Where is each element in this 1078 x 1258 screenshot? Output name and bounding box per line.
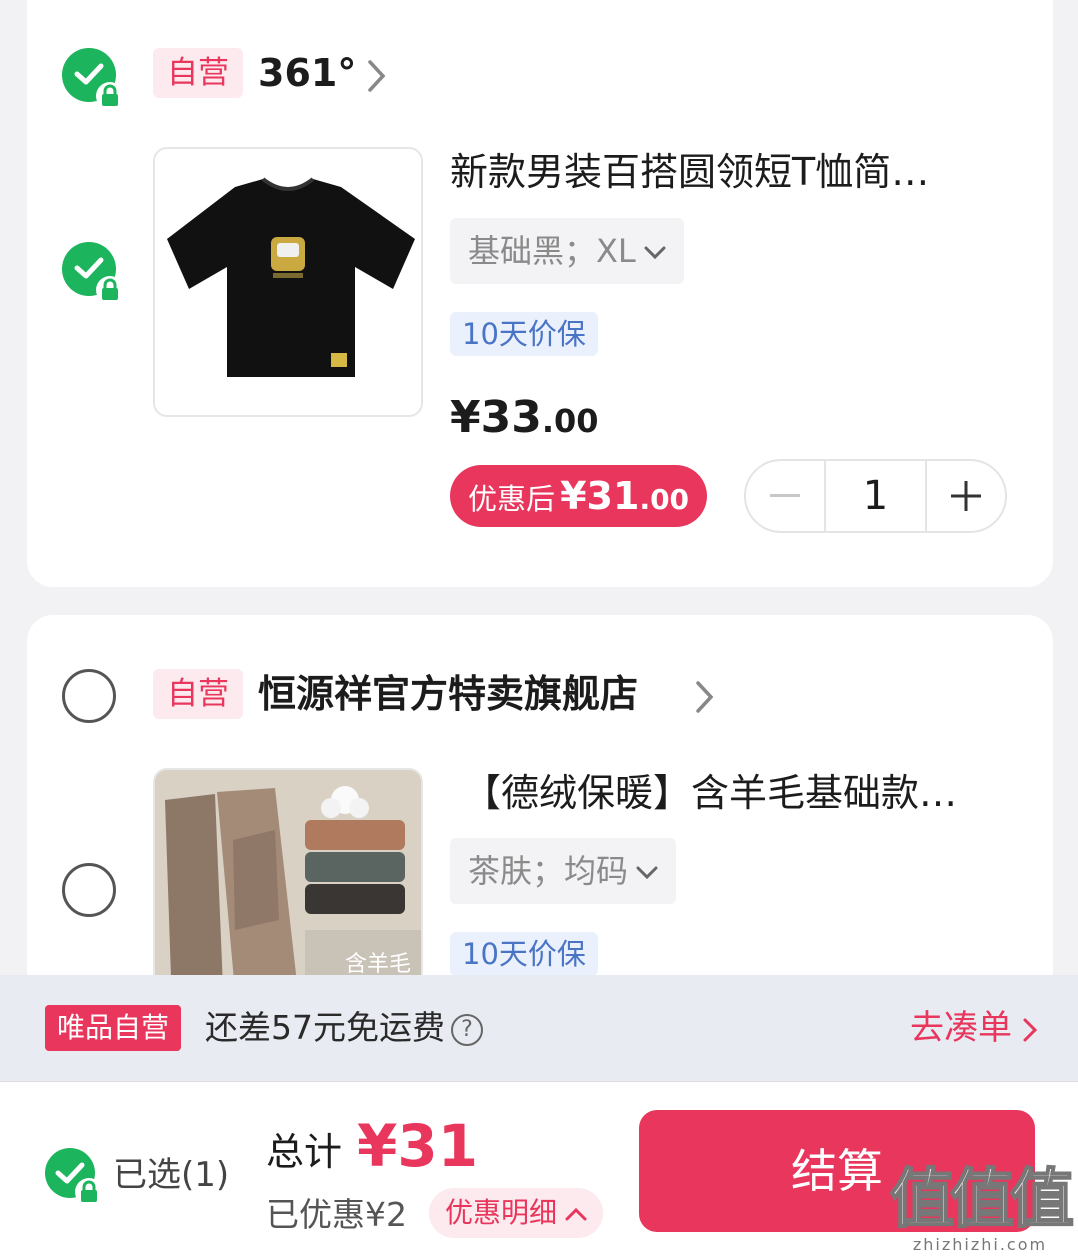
chevron-right-icon bbox=[1023, 1018, 1038, 1041]
tshirt-image bbox=[167, 177, 415, 377]
product-price: ¥33.00 bbox=[450, 392, 599, 443]
watermark-logo: 值值值 zhizhizhi.com bbox=[889, 1163, 1075, 1254]
increase-button[interactable] bbox=[927, 461, 1005, 531]
total-label: 总计 bbox=[266, 1130, 343, 1174]
price-guarantee-badge: 10天价保 bbox=[450, 932, 598, 976]
spec-text: 基础黑；XL bbox=[468, 232, 636, 270]
store-card-361: 自营 361° 新款男装百搭圆领短T恤简… 基础黑；XL 10天价保 ¥33.0… bbox=[27, 0, 1053, 587]
chevron-down-icon bbox=[644, 246, 666, 260]
self-operated-tag: 自营 bbox=[153, 48, 243, 98]
store-checkbox-unchecked[interactable] bbox=[62, 669, 116, 723]
add-more-label: 去凑单 bbox=[910, 1008, 1012, 1048]
chevron-down-icon bbox=[636, 866, 658, 880]
add-more-link[interactable]: 去凑单 bbox=[910, 1003, 1038, 1053]
image-caption: 含羊毛 bbox=[345, 952, 412, 977]
chevron-right-icon[interactable] bbox=[365, 58, 389, 94]
lock-icon bbox=[96, 276, 124, 304]
free-shipping-bar: 唯品自营 还差57元免运费? 去凑单 bbox=[0, 975, 1078, 1081]
plus-icon bbox=[951, 481, 981, 511]
discounted-price-badge: 优惠后 ¥31.00 bbox=[450, 465, 708, 527]
spec-text: 茶肤；均码 bbox=[468, 852, 629, 890]
watermark-site: zhizhizhi.com bbox=[912, 1235, 1048, 1254]
price-integer: ¥33 bbox=[450, 392, 542, 443]
saved-amount: 已优惠¥2 bbox=[266, 1195, 407, 1234]
store-checkbox-checked[interactable] bbox=[62, 48, 124, 110]
product-title[interactable]: 新款男装百搭圆领短T恤简… bbox=[450, 147, 995, 197]
spec-selector[interactable]: 茶肤；均码 bbox=[450, 838, 677, 904]
select-all-checkbox[interactable] bbox=[45, 1148, 103, 1206]
store-name[interactable]: 恒源祥官方特卖旗舰店 bbox=[258, 669, 638, 719]
chevron-right-icon[interactable] bbox=[693, 679, 717, 715]
store-card-hengyuanxiang: 自营 恒源祥官方特卖旗舰店 含羊毛 【德绒保暖】含羊毛基础款… 茶肤；均码 10… bbox=[27, 615, 1053, 1038]
minus-icon bbox=[770, 494, 800, 497]
product-title[interactable]: 【德绒保暖】含羊毛基础款… bbox=[463, 768, 1008, 818]
quantity-value[interactable]: 1 bbox=[824, 461, 927, 531]
lock-icon bbox=[75, 1178, 103, 1206]
product-image-tshirt[interactable] bbox=[153, 147, 423, 417]
store-name[interactable]: 361° bbox=[258, 48, 356, 98]
help-icon[interactable]: ? bbox=[451, 1013, 483, 1046]
total-amount: ¥31 bbox=[357, 1112, 479, 1180]
discount-integer: ¥31 bbox=[560, 474, 640, 518]
item-checkbox-checked[interactable] bbox=[62, 242, 124, 304]
item-checkbox-unchecked[interactable] bbox=[62, 863, 116, 917]
discount-decimal: .00 bbox=[639, 483, 690, 516]
discount-label: 优惠后 bbox=[468, 482, 556, 516]
vip-self-operated-tag: 唯品自营 bbox=[45, 1005, 182, 1051]
self-operated-tag: 自营 bbox=[153, 669, 243, 719]
discount-detail-button[interactable]: 优惠明细 bbox=[429, 1188, 604, 1238]
discount-detail-label: 优惠明细 bbox=[445, 1196, 558, 1229]
shipping-threshold-text: 还差57元免运费? bbox=[205, 1003, 483, 1053]
price-decimal: .00 bbox=[541, 402, 599, 440]
lock-icon bbox=[96, 82, 124, 110]
price-guarantee-badge: 10天价保 bbox=[450, 312, 598, 356]
selected-count: 已选(1) bbox=[113, 1155, 230, 1195]
quantity-stepper: 1 bbox=[744, 459, 1007, 533]
watermark-text: 值值值 bbox=[889, 1163, 1075, 1237]
spec-selector[interactable]: 基础黑；XL bbox=[450, 218, 684, 284]
decrease-button[interactable] bbox=[746, 461, 824, 531]
check-icon bbox=[74, 257, 104, 279]
chevron-up-icon bbox=[565, 1207, 587, 1221]
check-icon bbox=[74, 63, 104, 85]
shipping-message: 还差57元免运费 bbox=[205, 1008, 445, 1047]
